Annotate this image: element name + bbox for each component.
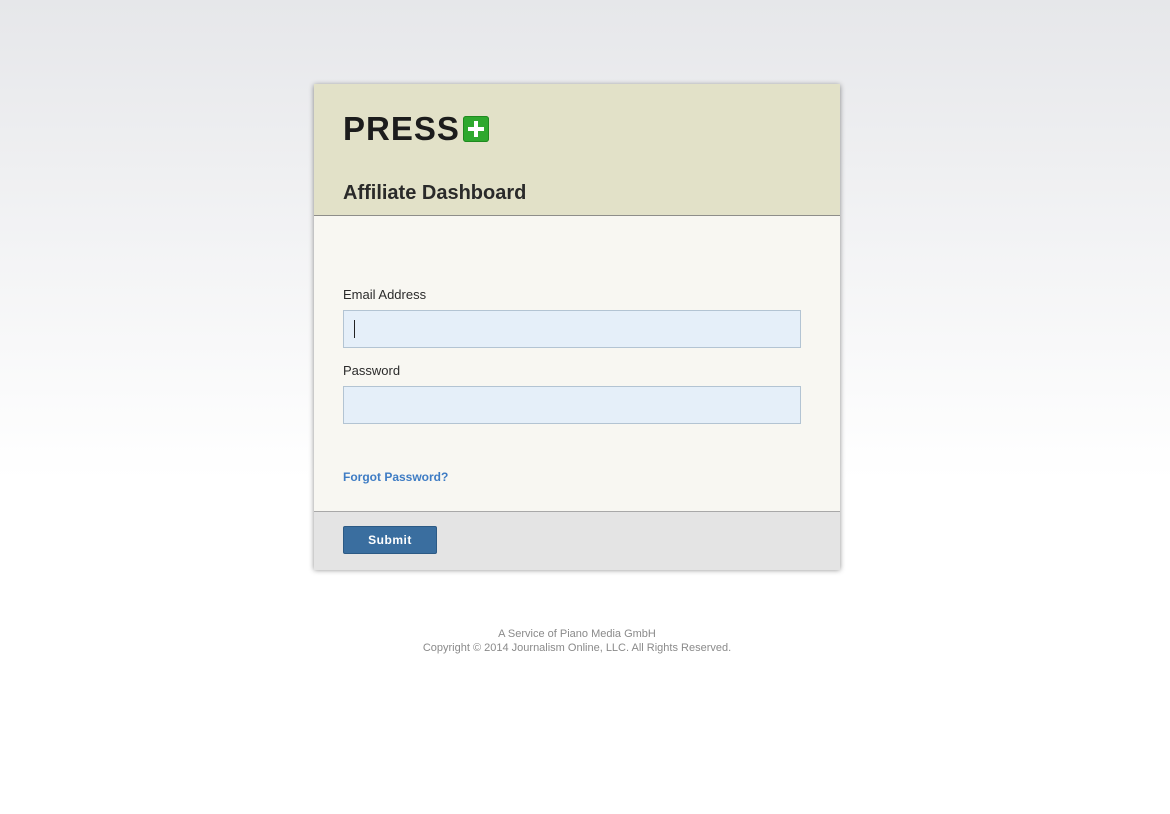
card-footer: Submit: [314, 511, 840, 570]
logo-text: PRESS: [343, 110, 460, 147]
login-card: PRESS Affiliate Dashboard Email Address …: [314, 84, 840, 570]
card-header: PRESS Affiliate Dashboard: [314, 84, 840, 216]
password-field[interactable]: [343, 386, 801, 424]
press-plus-logo: PRESS: [343, 110, 489, 147]
text-cursor: [354, 320, 355, 338]
plus-icon: [462, 116, 489, 142]
page-title: Affiliate Dashboard: [343, 182, 527, 204]
copyright-notice: Copyright © 2014 Journalism Online, LLC.…: [422, 642, 732, 654]
submit-button[interactable]: Submit: [343, 526, 437, 554]
password-label: Password: [343, 363, 401, 378]
email-label: Email Address: [343, 287, 427, 302]
service-credit: A Service of Piano Media GmbH: [498, 628, 656, 640]
forgot-password-link[interactable]: Forgot Password?: [343, 470, 448, 484]
email-field[interactable]: [343, 310, 801, 348]
